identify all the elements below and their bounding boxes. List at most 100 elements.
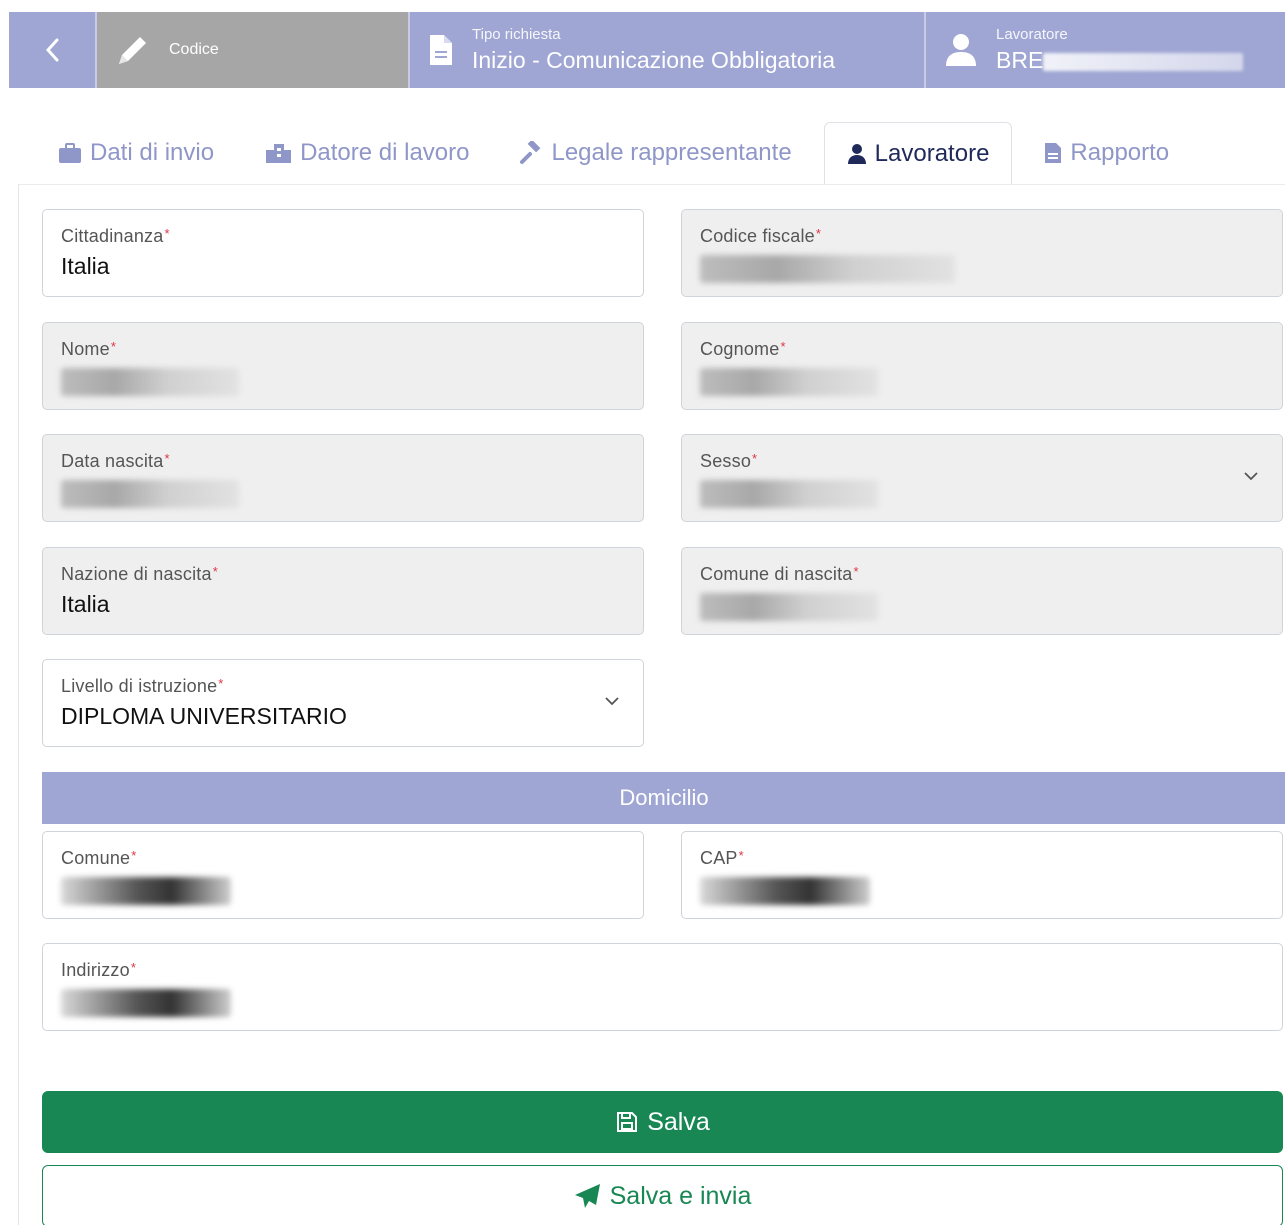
label-text: Nome — [61, 339, 110, 359]
tab-rapporto[interactable]: Rapporto — [1026, 122, 1187, 184]
field-label: Livello di istruzione* — [61, 676, 625, 697]
sesso-select[interactable]: Sesso* — [681, 434, 1283, 522]
worker-value: BRE — [996, 47, 1044, 73]
field-label: Cognome* — [700, 339, 1264, 360]
nazione-nascita-field: Nazione di nascita* Italia — [42, 547, 644, 635]
tab-legale-rappresentante[interactable]: Legale rappresentante — [501, 122, 809, 184]
redacted-value — [61, 368, 239, 396]
domicilio-section-header: Domicilio — [42, 772, 1285, 824]
cap-field[interactable]: CAP* — [681, 831, 1283, 919]
label-text: Cittadinanza — [61, 226, 164, 246]
floppy-disk-icon — [615, 1110, 639, 1134]
required-mark: * — [212, 564, 218, 579]
redacted-value — [700, 368, 878, 396]
field-label: Cittadinanza* — [61, 226, 625, 247]
redacted-value — [700, 480, 878, 508]
tab-dati-invio[interactable]: Dati di invio — [40, 122, 232, 184]
header-bar: Codice Tipo richiesta Inizio - Comunicaz… — [9, 12, 1285, 88]
request-type-label: Tipo richiesta — [472, 26, 561, 43]
label-text: Data nascita — [61, 451, 164, 471]
required-mark: * — [131, 848, 137, 863]
comune-nascita-field: Comune di nascita* — [681, 547, 1283, 635]
cittadinanza-value: Italia — [61, 253, 110, 279]
section-title: Domicilio — [619, 785, 709, 810]
user-icon — [847, 143, 867, 165]
redacted-value — [700, 877, 870, 905]
field-label: Data nascita* — [61, 451, 625, 472]
comune-field[interactable]: Comune* — [42, 831, 644, 919]
required-mark: * — [815, 226, 822, 241]
indirizzo-field[interactable]: Indirizzo* — [42, 943, 1283, 1031]
required-mark: * — [164, 451, 170, 466]
field-label: Comune di nascita* — [700, 564, 1264, 585]
save-send-label: Salva e invia — [609, 1181, 752, 1210]
file-pdf-icon — [1044, 142, 1062, 164]
label-text: Cognome — [700, 339, 780, 359]
paper-plane-icon — [574, 1183, 602, 1209]
chevron-left-icon — [45, 38, 59, 62]
label-text: Comune di nascita — [700, 564, 853, 584]
request-type-value: Inizio - Comunicazione Obbligatoria — [472, 47, 836, 73]
required-mark: * — [780, 339, 786, 354]
redacted-value — [61, 989, 231, 1017]
chevron-down-icon — [605, 697, 619, 706]
required-mark: * — [218, 676, 224, 691]
back-button[interactable] — [9, 12, 97, 88]
tab-bar: Dati di invio Datore di lavoro Legale ra… — [40, 122, 1187, 184]
codice-fiscale-field: Codice fiscale* — [681, 209, 1283, 297]
label-text: Codice fiscale — [700, 226, 815, 246]
redacted-value — [61, 480, 239, 508]
gavel-icon — [519, 141, 543, 165]
required-mark: * — [752, 451, 758, 466]
tab-datore-lavoro[interactable]: Datore di lavoro — [246, 122, 487, 184]
pencil-icon — [119, 37, 146, 64]
save-and-send-button[interactable]: Salva e invia — [42, 1165, 1283, 1225]
redacted-value — [61, 877, 231, 905]
building-icon — [264, 142, 292, 164]
field-label: Codice fiscale* — [700, 226, 1264, 247]
label-text: Indirizzo — [61, 960, 130, 980]
nome-field: Nome* — [42, 322, 644, 410]
field-label: Nazione di nascita* — [61, 564, 625, 585]
cognome-field: Cognome* — [681, 322, 1283, 410]
request-type-segment: Tipo richiesta Inizio - Comunicazione Ob… — [408, 12, 924, 88]
worker-label: Lavoratore — [996, 26, 1068, 43]
required-mark: * — [164, 226, 170, 241]
form-card: Cittadinanza* Italia Codice fiscale* Nom… — [18, 184, 1285, 1225]
livello-istruzione-value: DIPLOMA UNIVERSITARIO — [61, 703, 347, 729]
nazione-nascita-value: Italia — [61, 591, 110, 617]
field-label: CAP* — [700, 848, 1264, 869]
field-label: Comune* — [61, 848, 625, 869]
label-text: Sesso — [700, 451, 752, 471]
tab-label: Lavoratore — [874, 139, 990, 167]
label-text: CAP — [700, 848, 738, 868]
save-button[interactable]: Salva — [42, 1091, 1283, 1153]
cittadinanza-field[interactable]: Cittadinanza* Italia — [42, 209, 644, 297]
field-label: Indirizzo* — [61, 960, 1264, 981]
required-mark: * — [738, 848, 744, 863]
worker-value-row: BRE — [996, 47, 1244, 74]
label-text: Comune — [61, 848, 131, 868]
tab-label: Rapporto — [1070, 139, 1170, 166]
required-mark: * — [853, 564, 859, 579]
redacted-text — [1043, 52, 1244, 71]
label-text: Livello di istruzione — [61, 676, 218, 696]
required-mark: * — [130, 960, 137, 975]
redacted-value — [700, 255, 955, 283]
worker-segment: Lavoratore BRE — [924, 12, 1285, 88]
briefcase-icon — [58, 142, 82, 164]
field-label: Nome* — [61, 339, 625, 360]
tab-label: Datore di lavoro — [300, 139, 470, 166]
user-icon — [946, 34, 976, 66]
field-label: Sesso* — [700, 451, 1264, 472]
chevron-down-icon — [1244, 472, 1258, 481]
tab-lavoratore[interactable]: Lavoratore — [823, 122, 1013, 184]
data-nascita-field: Data nascita* — [42, 434, 644, 522]
save-label: Salva — [647, 1107, 710, 1136]
code-label: Codice — [169, 41, 219, 58]
label-text: Nazione di nascita — [61, 564, 212, 584]
tab-label: Dati di invio — [90, 139, 215, 166]
tab-label: Legale rappresentante — [551, 139, 792, 166]
file-text-icon — [430, 35, 452, 65]
livello-istruzione-select[interactable]: Livello di istruzione* DIPLOMA UNIVERSIT… — [42, 659, 644, 747]
